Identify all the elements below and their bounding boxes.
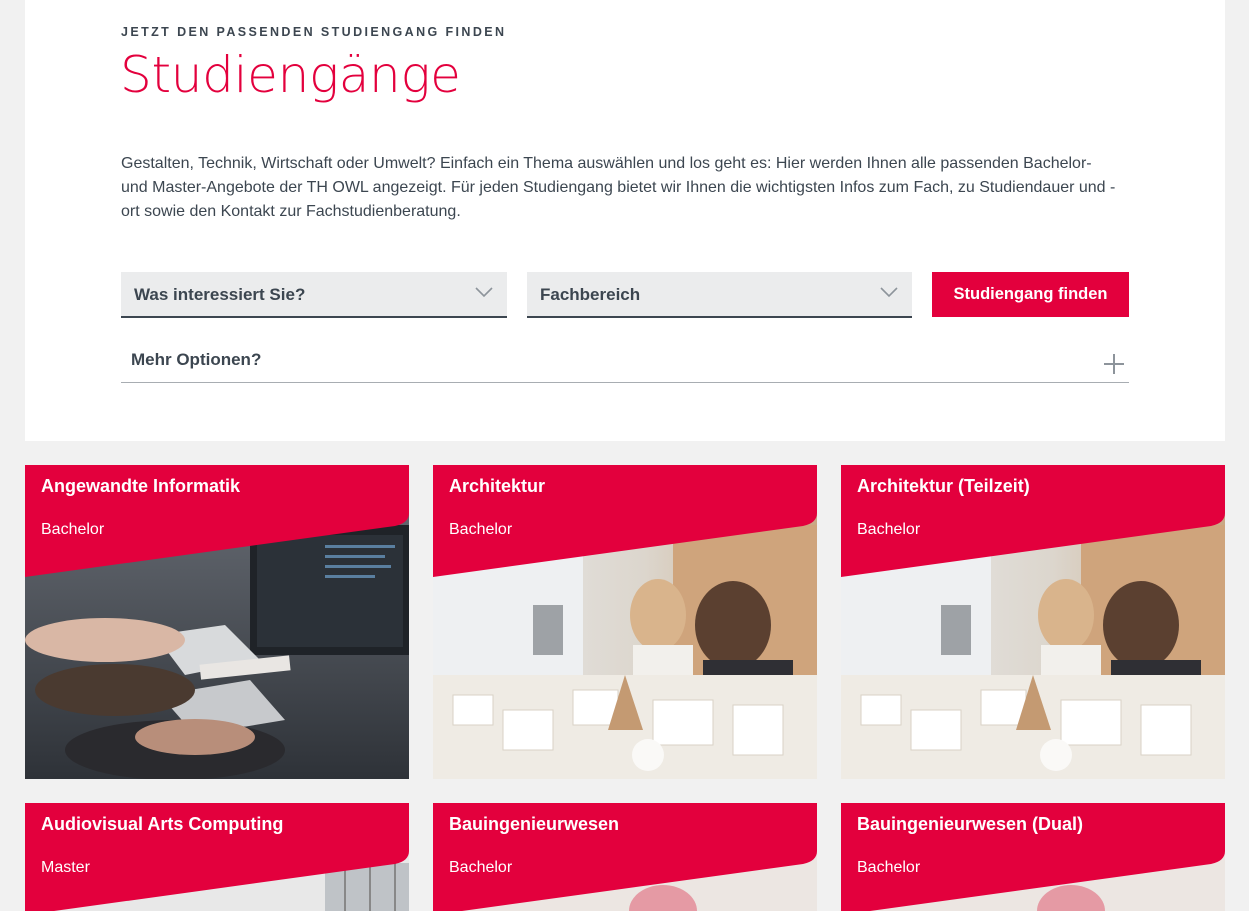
course-finder-header: JETZT DEN PASSENDEN STUDIENGANG FINDEN S… — [25, 0, 1225, 441]
intro-text: Gestalten, Technik, Wirtschaft oder Umwe… — [121, 155, 1116, 220]
course-degree: Bachelor — [857, 859, 921, 876]
course-name: Architektur (Teilzeit) — [857, 476, 1030, 496]
course-card-bauingenieurwesen-dual[interactable]: Bauingenieurwesen (Dual) Bachelor — [841, 803, 1225, 911]
department-select-label: Fachbereich — [540, 285, 641, 304]
chevron-down-icon — [880, 287, 898, 298]
course-name: Angewandte Informatik — [41, 476, 241, 496]
course-card-bauingenieurwesen[interactable]: Bauingenieurwesen Bachelor — [433, 803, 817, 911]
course-card-architektur-teilzeit[interactable]: Architektur (Teilzeit) Bachelor — [841, 465, 1225, 779]
course-card-architektur[interactable]: Architektur Bachelor — [433, 465, 817, 779]
page-title: Studiengänge — [120, 46, 461, 104]
more-options-toggle[interactable]: Mehr Optionen? — [121, 340, 1129, 383]
course-name: Audiovisual Arts Computing — [41, 814, 284, 834]
course-name: Bauingenieurwesen (Dual) — [857, 814, 1084, 834]
course-card-angewandte-informatik[interactable]: Angewandte Informatik Bachelor — [25, 465, 409, 779]
course-degree: Bachelor — [449, 859, 513, 876]
course-name: Architektur — [449, 476, 546, 496]
course-degree: Bachelor — [41, 521, 105, 538]
course-card-audiovisual-arts-computing[interactable]: Audiovisual Arts Computing Master — [25, 803, 409, 911]
department-select[interactable]: Fachbereich — [527, 272, 912, 318]
course-degree: Master — [41, 859, 90, 876]
interest-select-label: Was interessiert Sie? — [134, 285, 306, 304]
plus-icon — [1104, 354, 1124, 374]
eyebrow-text: JETZT DEN PASSENDEN STUDIENGANG FINDEN — [121, 25, 507, 39]
course-degree: Bachelor — [449, 521, 513, 538]
course-name: Bauingenieurwesen — [449, 814, 620, 834]
find-course-button[interactable]: Studiengang finden — [932, 272, 1129, 317]
interest-select[interactable]: Was interessiert Sie? — [121, 272, 507, 318]
course-degree: Bachelor — [857, 521, 921, 538]
chevron-down-icon — [475, 287, 493, 298]
more-options-label: Mehr Optionen? — [131, 350, 262, 369]
